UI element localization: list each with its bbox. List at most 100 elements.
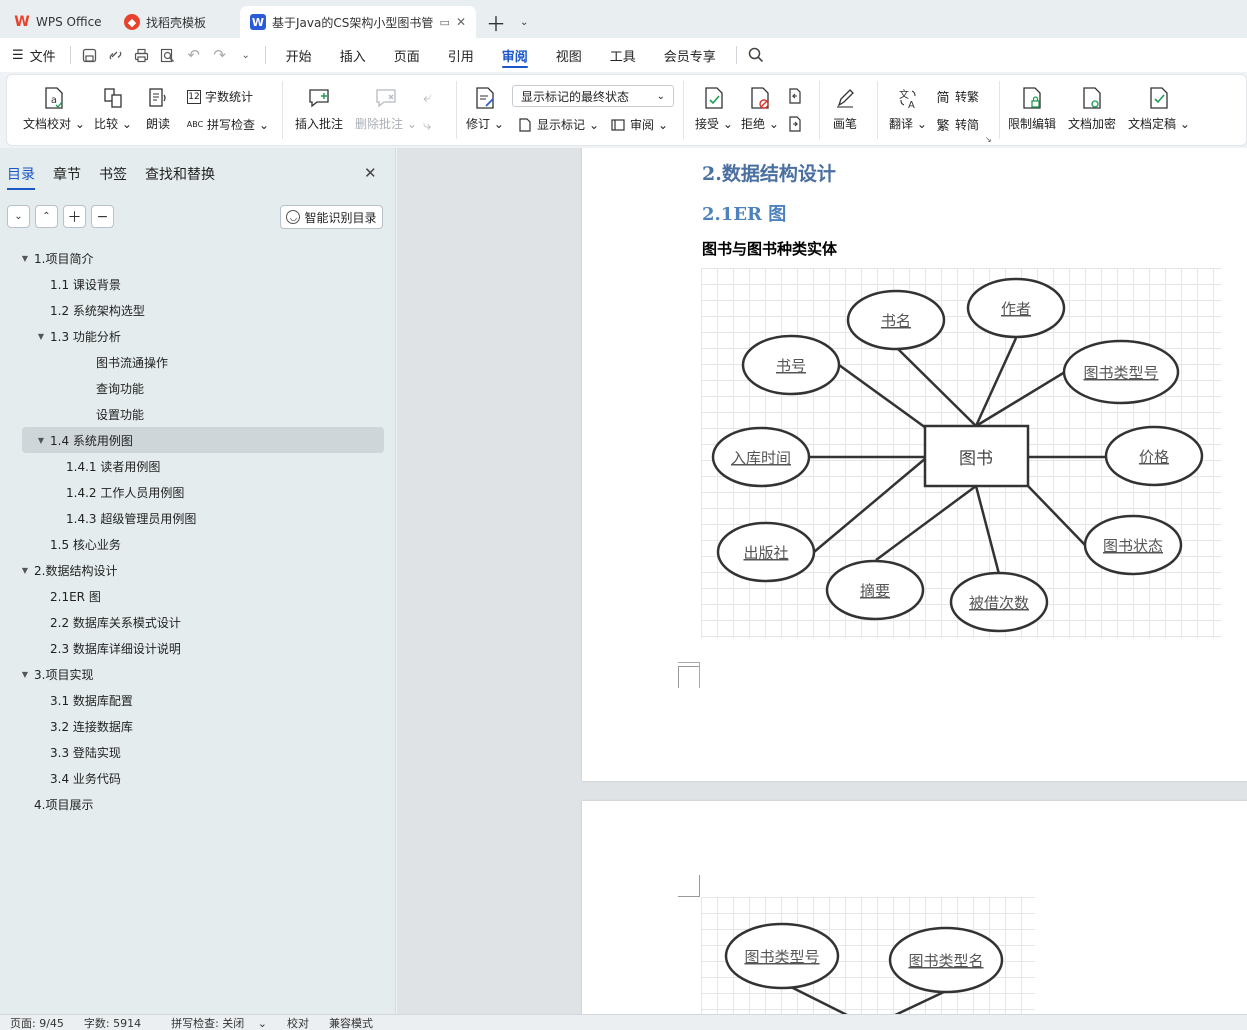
tab-wps-office[interactable]: W WPS Office	[4, 6, 110, 38]
collapse-all-button[interactable]: ⌄	[7, 205, 30, 228]
toc-item[interactable]: 1.4.1 读者用例图	[0, 453, 396, 479]
chinese-conversion-settings-icon[interactable]: ↘	[985, 135, 992, 144]
heading-2[interactable]: 2.1ER 图	[702, 200, 786, 226]
show-markup-button[interactable]: 显示标记 ⌄	[517, 116, 599, 133]
file-menu[interactable]: ☰ 文件	[0, 38, 64, 72]
tab-bookmarks[interactable]: 书签	[99, 164, 127, 190]
compare-button[interactable]: 比较 ⌄	[94, 85, 132, 132]
save-icon[interactable]	[77, 38, 103, 72]
toc-item[interactable]: 3.3 登陆实现	[0, 739, 396, 765]
link-icon[interactable]	[103, 38, 129, 72]
translate-button[interactable]: 文A 翻译 ⌄	[889, 85, 927, 132]
word-count-button[interactable]: 12 字数统计	[187, 88, 253, 105]
expand-triangle-icon[interactable]: ▼	[34, 436, 48, 445]
tab-chapters[interactable]: 章节	[53, 164, 81, 190]
to-traditional-button[interactable]: 简 转繁	[935, 88, 979, 106]
restrict-edit-button[interactable]: 限制编辑	[1008, 85, 1056, 132]
heading-1[interactable]: 2.数据结构设计	[702, 159, 836, 186]
menu-insert[interactable]: 插入	[326, 38, 380, 72]
spell-check-indicator[interactable]: 拼写检查: 关闭 ⌄	[151, 1015, 277, 1030]
toc-item[interactable]: 3.4 业务代码	[0, 765, 396, 791]
divider	[683, 81, 684, 139]
close-tab-icon[interactable]: ✕	[456, 15, 466, 29]
accept-button[interactable]: 接受 ⌄	[695, 85, 733, 132]
reject-button[interactable]: 拒绝 ⌄	[741, 85, 779, 132]
toc-item[interactable]: 3.1 数据库配置	[0, 687, 396, 713]
menu-home[interactable]: 开始	[272, 38, 326, 72]
body-text[interactable]: 图书与图书种类实体	[702, 238, 837, 259]
search-icon[interactable]	[743, 38, 769, 72]
toc-item[interactable]: 2.2 数据库关系模式设计	[0, 609, 396, 635]
expand-triangle-icon[interactable]: ▼	[34, 332, 48, 341]
print-preview-icon[interactable]	[155, 38, 181, 72]
toc-item[interactable]: 2.1ER 图	[0, 583, 396, 609]
word-count-indicator[interactable]: 字数: 5914	[74, 1015, 151, 1030]
er-diagram-book-type[interactable]: 图书类型号 图书类型名	[701, 897, 1035, 1014]
menu-view[interactable]: 视图	[542, 38, 596, 72]
toc-item[interactable]: 1.2 系统架构选型	[0, 297, 396, 323]
pen-button[interactable]: 画笔	[833, 85, 857, 132]
add-heading-button[interactable]: ＋	[63, 205, 86, 228]
toc-item[interactable]: ▼ 1.3 功能分析	[0, 323, 396, 349]
toc-item[interactable]: 1.5 核心业务	[0, 531, 396, 557]
tab-docer-template[interactable]: ◆ 找稻壳模板	[114, 6, 236, 38]
toc-item[interactable]: 查询功能	[0, 375, 396, 401]
tab-find-replace[interactable]: 查找和替换	[145, 164, 215, 190]
expand-up-button[interactable]: ⌃	[35, 205, 58, 228]
delete-comment-button[interactable]: 删除批注 ⌄	[355, 85, 417, 132]
toc-item[interactable]: 2.3 数据库详细设计说明	[0, 635, 396, 661]
menu-review[interactable]: 审阅	[488, 38, 542, 72]
expand-triangle-icon[interactable]: ▼	[18, 254, 32, 263]
spell-check-button[interactable]: ABC 拼写检查 ⌄	[187, 116, 269, 133]
toc-item[interactable]: 图书流通操作	[0, 349, 396, 375]
spell-check-icon: ABC	[186, 120, 204, 129]
hamburger-icon: ☰	[12, 47, 24, 63]
toc-item[interactable]: 1.4.3 超级管理员用例图	[0, 505, 396, 531]
next-change-icon[interactable]	[787, 116, 803, 132]
toc-item[interactable]: 3.2 连接数据库	[0, 713, 396, 739]
redo-icon[interactable]: ↷	[207, 38, 233, 72]
toc-item[interactable]: ▼ 3.项目实现	[0, 661, 396, 687]
close-pane-icon[interactable]: ✕	[364, 164, 377, 182]
quick-access-chevron-icon[interactable]: ⌄	[233, 38, 259, 72]
er-diagram-book[interactable]: 图书 书名 作者 书号 图书类型号 入库时间 价格 出版社 图书状态 摘要 被借次数	[701, 268, 1222, 638]
tab-document[interactable]: W 基于Java的CS架构小型图书管 ▭ ✕	[240, 6, 476, 38]
prev-change-icon[interactable]	[787, 88, 803, 104]
menu-references[interactable]: 引用	[434, 38, 488, 72]
toc-item[interactable]: ▼ 1.项目简介	[0, 245, 396, 271]
remove-heading-button[interactable]: −	[91, 205, 114, 228]
new-tab-button[interactable]: ＋	[480, 6, 512, 38]
to-simplified-button[interactable]: 繁 转简	[935, 116, 979, 134]
prev-comment-icon[interactable]: ⤶	[423, 88, 431, 106]
expand-triangle-icon[interactable]: ▼	[18, 566, 32, 575]
expand-triangle-icon[interactable]: ▼	[18, 670, 32, 679]
toc-item-label: 查询功能	[96, 381, 145, 396]
toc-item[interactable]: 4.项目展示	[0, 791, 396, 817]
toc-item[interactable]: 设置功能	[0, 401, 396, 427]
review-pane-button[interactable]: 审阅 ⌄	[610, 116, 668, 133]
insert-comment-button[interactable]: 插入批注	[295, 85, 343, 132]
page-indicator[interactable]: 页面: 9/45	[0, 1015, 74, 1030]
toc-item[interactable]: 1.4.2 工作人员用例图	[0, 479, 396, 505]
smart-toc-button[interactable]: ◡ 智能识别目录	[280, 205, 383, 229]
tab-toc[interactable]: 目录	[7, 164, 35, 190]
markup-mode-select[interactable]: 显示标记的最终状态 ⌄	[512, 85, 674, 107]
doc-proof-button[interactable]: a 文档校对 ⌄	[23, 85, 85, 132]
toc-item[interactable]: 1.1 课设背景	[0, 271, 396, 297]
track-changes-button[interactable]: 修订 ⌄	[466, 85, 504, 132]
divider	[69, 46, 71, 64]
tab-list-chevron-icon[interactable]: ⌄	[516, 6, 532, 38]
undo-icon[interactable]: ↶	[181, 38, 207, 72]
finalize-button[interactable]: 文档定稿 ⌄	[1128, 85, 1190, 132]
menu-page[interactable]: 页面	[380, 38, 434, 72]
menu-member[interactable]: 会员专享	[650, 38, 730, 72]
toc-item[interactable]: ▼ 1.4 系统用例图	[22, 427, 384, 453]
monitor-icon[interactable]: ▭	[440, 16, 450, 29]
toc-item[interactable]: ▼ 2.数据结构设计	[0, 557, 396, 583]
menu-tools[interactable]: 工具	[596, 38, 650, 72]
read-aloud-button[interactable]: 朗读	[146, 85, 170, 132]
print-icon[interactable]	[129, 38, 155, 72]
proof-indicator[interactable]: 校对	[277, 1015, 319, 1030]
encrypt-button[interactable]: 文档加密	[1068, 85, 1116, 132]
next-comment-icon[interactable]: ⤷	[423, 116, 431, 134]
